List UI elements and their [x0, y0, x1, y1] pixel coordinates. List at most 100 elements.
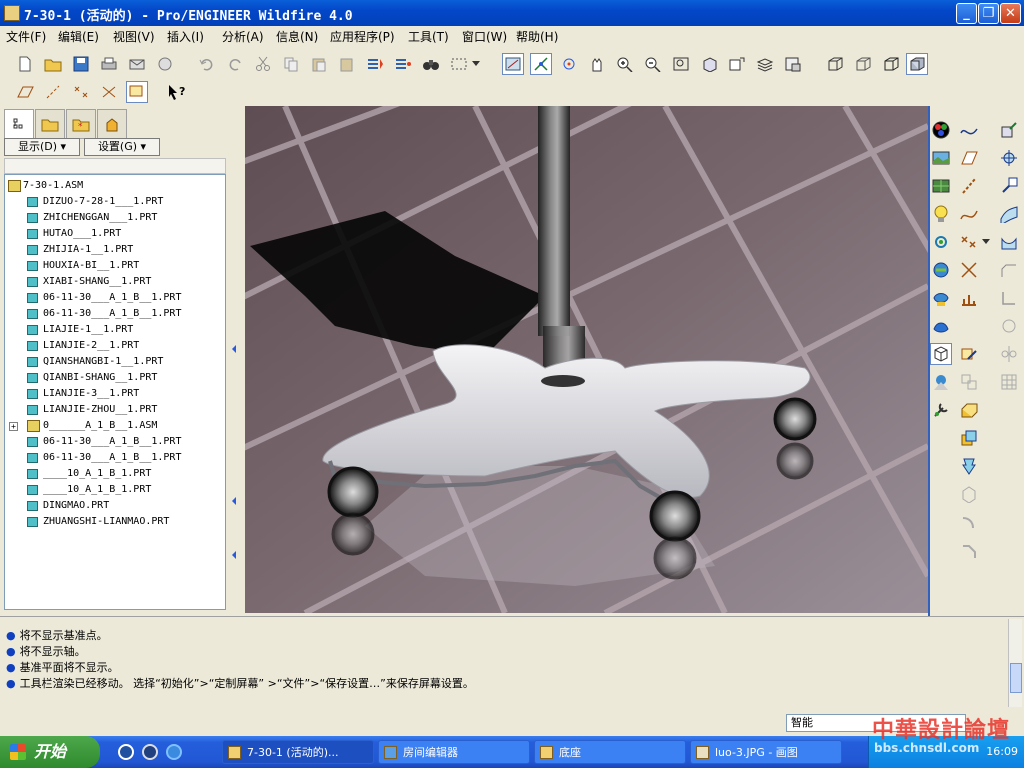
mail-icon[interactable] [126, 53, 148, 75]
assemble-icon[interactable] [998, 147, 1020, 169]
task-room-editor[interactable]: 房间编辑器 [378, 740, 530, 764]
sketch-curve-icon[interactable] [958, 119, 980, 141]
tab-folder-browser[interactable] [35, 109, 65, 139]
revolve-icon[interactable] [958, 427, 980, 449]
create-component-icon[interactable] [998, 175, 1020, 197]
render-settings-icon[interactable] [930, 371, 952, 393]
tab-connections[interactable] [97, 109, 127, 139]
clock[interactable]: 16:09 [986, 745, 1018, 758]
tab-model-tree[interactable] [4, 109, 34, 139]
copy-icon[interactable] [280, 53, 302, 75]
quick-launch-icon[interactable] [142, 744, 158, 760]
table-icon[interactable] [998, 371, 1020, 393]
appearance-icon[interactable] [930, 119, 952, 141]
coordinate-system-display-icon[interactable] [98, 81, 120, 103]
mirror-icon[interactable] [998, 343, 1020, 365]
select-dropdown-icon[interactable] [470, 53, 482, 75]
saved-views-icon[interactable] [726, 53, 748, 75]
datum-point-dropdown-icon[interactable] [980, 231, 992, 253]
redo-icon[interactable] [224, 53, 246, 75]
datum-axis-display-icon[interactable] [42, 81, 64, 103]
tools-wrench-icon[interactable] [930, 399, 952, 421]
repaint-icon[interactable] [502, 53, 524, 75]
wireframe-icon[interactable] [824, 53, 846, 75]
reorient-icon[interactable] [698, 53, 720, 75]
expand-icon[interactable]: + [9, 422, 18, 431]
render-window-icon[interactable] [930, 315, 952, 337]
tab-favorites[interactable]: * [66, 109, 96, 139]
model-tree[interactable]: 7-30-1.ASM DIZUO-7-28-1___1.PRT ZHICHENGG… [4, 174, 226, 610]
task-paint[interactable]: luo-3.JPG - 画图 [690, 740, 842, 764]
hole-icon[interactable] [958, 455, 980, 477]
orient-mode-icon[interactable] [558, 53, 580, 75]
chamfer-icon[interactable] [958, 539, 980, 561]
select-box-icon[interactable] [448, 53, 470, 75]
menu-insert[interactable]: 插入(I) [167, 28, 204, 45]
regenerate-icon[interactable] [364, 53, 386, 75]
refit-icon[interactable] [670, 53, 692, 75]
print-icon[interactable] [98, 53, 120, 75]
settings-dropdown[interactable]: 设置(G) ▾ [84, 138, 160, 156]
open-folder-icon[interactable] [42, 53, 64, 75]
extrude-icon[interactable] [958, 399, 980, 421]
message-scrollbar[interactable] [1008, 619, 1022, 707]
paste-icon[interactable] [308, 53, 330, 75]
menu-help[interactable]: 帮助(H) [516, 28, 558, 45]
photo-render-icon[interactable] [930, 287, 952, 309]
zoom-out-icon[interactable] [642, 53, 664, 75]
app-icon[interactable] [4, 5, 20, 21]
task-proe[interactable]: 7-30-1 (活动的)... [222, 740, 374, 764]
select-component-icon[interactable] [930, 343, 952, 365]
hidden-line-icon[interactable] [852, 53, 874, 75]
browser-icon[interactable] [166, 744, 182, 760]
repeat-icon[interactable] [958, 371, 980, 393]
menu-tools[interactable]: 工具(T) [408, 28, 449, 45]
room-icon[interactable] [930, 175, 952, 197]
menu-applications[interactable]: 应用程序(P) [330, 28, 395, 45]
restore-button[interactable]: ❐ [978, 3, 999, 24]
datum-point-display-icon[interactable] [70, 81, 92, 103]
no-hidden-icon[interactable] [880, 53, 902, 75]
analysis-feature-icon[interactable] [958, 287, 980, 309]
paste-special-icon[interactable] [336, 53, 358, 75]
media-player-icon[interactable] [118, 744, 134, 760]
layers-icon[interactable] [754, 53, 776, 75]
component-place-icon[interactable] [998, 119, 1020, 141]
menu-analysis[interactable]: 分析(A) [222, 28, 264, 45]
light-icon[interactable] [930, 203, 952, 225]
surface-icon[interactable] [998, 203, 1020, 225]
context-help-icon[interactable]: ? [166, 81, 188, 103]
trim-icon[interactable] [998, 287, 1020, 309]
find-binoculars-icon[interactable] [420, 53, 442, 75]
save-icon[interactable] [70, 53, 92, 75]
coordinate-system-icon[interactable] [958, 259, 980, 281]
graphics-viewport[interactable] [245, 106, 928, 613]
datum-axis-icon[interactable] [958, 175, 980, 197]
shell-icon[interactable] [958, 483, 980, 505]
pattern-icon[interactable] [998, 315, 1020, 337]
menu-view[interactable]: 视图(V) [113, 28, 155, 45]
zoom-in-icon[interactable] [614, 53, 636, 75]
datum-curve-icon[interactable] [958, 203, 980, 225]
new-file-icon[interactable] [14, 53, 36, 75]
menu-info[interactable]: 信息(N) [276, 28, 318, 45]
panel-splitter[interactable] [231, 201, 237, 611]
task-folder[interactable]: 底座 [534, 740, 686, 764]
merge-icon[interactable] [998, 259, 1020, 281]
render-region-icon[interactable] [930, 259, 952, 281]
send-icon[interactable] [154, 53, 176, 75]
menu-file[interactable]: 文件(F) [6, 28, 46, 45]
sketch-tool-icon[interactable] [958, 343, 980, 365]
scene-icon[interactable] [930, 147, 952, 169]
datum-point-icon[interactable] [958, 231, 980, 253]
view-manager-icon[interactable] [782, 53, 804, 75]
round-icon[interactable] [958, 511, 980, 533]
fill-surface-icon[interactable] [998, 231, 1020, 253]
scroll-thumb[interactable] [1010, 663, 1022, 693]
undo-icon[interactable] [196, 53, 218, 75]
render-setup-icon[interactable] [930, 231, 952, 253]
datum-plane-icon[interactable] [958, 147, 980, 169]
pan-hand-icon[interactable] [586, 53, 608, 75]
datum-plane-display-icon[interactable] [14, 81, 36, 103]
minimize-button[interactable]: _ [956, 3, 977, 24]
